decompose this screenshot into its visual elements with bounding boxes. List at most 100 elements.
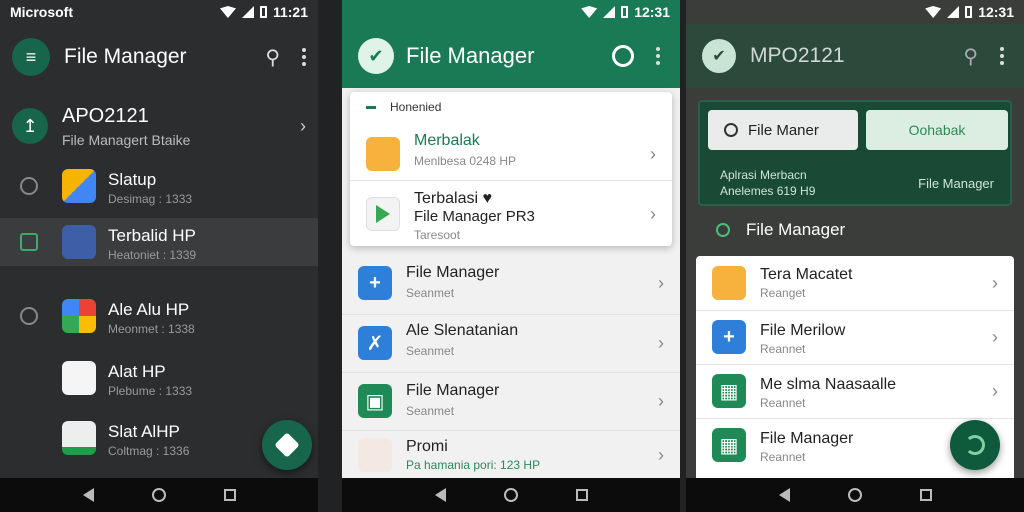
search-icon (716, 223, 730, 237)
recents-icon[interactable] (223, 489, 236, 501)
sync-icon (965, 435, 985, 455)
section-header: File Manager (716, 220, 845, 240)
card-header: Honenied (366, 100, 441, 114)
drawer-item-subtitle: Meonmet : 1338 (108, 322, 195, 336)
signal-icon (241, 6, 254, 18)
drawer-item[interactable]: Ale Alu HP Meonmet : 1338 (0, 292, 318, 340)
fab-button[interactable] (262, 420, 312, 470)
list-item[interactable]: ▣ File Manager Seanmet › (342, 372, 680, 430)
more-options-icon[interactable] (656, 47, 660, 65)
panel-gap (318, 0, 342, 512)
drawer-item-subtitle: Coltmag : 1336 (108, 444, 190, 458)
list-item-caption: Taresoot (414, 228, 461, 242)
drawer-item[interactable]: Slatup Desimag : 1333 (0, 162, 318, 210)
status-right: 11:21 (219, 4, 308, 20)
list-item-subtitle: Reannet (760, 396, 806, 410)
app-logo-icon: ✔ (358, 38, 394, 74)
divider (342, 430, 680, 431)
status-right: 12:31 (581, 4, 670, 20)
account-subtitle: File Managert Btaike (62, 131, 191, 148)
list-item-subtitle: Reannet (760, 450, 806, 464)
phone-list: ✔ File Manager 12:31 Honenied Merbalak M… (342, 0, 680, 512)
drawer-item-subtitle: Plebume : 1333 (108, 384, 193, 398)
shop-icon (358, 438, 392, 472)
drawer-item-subtitle: Heatoniet : 1339 (108, 248, 197, 262)
wifi-icon (581, 6, 598, 18)
list-item-subtitle: Pa hamania pori: 123 HP (406, 458, 541, 472)
list-item[interactable]: ✗ Ale Slenatanian Seanmet › (342, 314, 680, 372)
plus-icon: + (358, 266, 392, 300)
chevron-right-icon: › (992, 380, 998, 401)
emoji-app-icon (366, 137, 400, 171)
wifi-icon (925, 6, 942, 18)
drawer-item-title: Alat HP (108, 362, 166, 381)
search-icon[interactable]: ⚲ (265, 45, 280, 70)
list-item-title: Ale Slenatanian (406, 322, 519, 339)
chevron-right-icon: › (658, 444, 664, 465)
more-options-icon[interactable] (302, 48, 306, 66)
battery-icon (965, 6, 973, 18)
list-item[interactable]: Tera Macatet Reanget › (696, 256, 1014, 310)
list-item[interactable]: ▦ Me slma Naasaalle Reannet › (696, 364, 1014, 418)
diamond-icon (274, 432, 300, 458)
banner-line1: Aplrasi Merbacn (720, 168, 807, 182)
drawer-item-title: Slatup (108, 170, 157, 189)
status-time: 12:31 (634, 4, 670, 20)
search-icon[interactable]: ⚲ (963, 44, 978, 69)
drawer-item-title: Slat AlHP (108, 422, 180, 441)
search-banner: File Maner Oohabak Aplrasi Merbacn Anele… (698, 100, 1012, 206)
back-icon[interactable] (778, 488, 790, 502)
app-icon (62, 361, 96, 395)
fab-button[interactable] (950, 420, 1000, 470)
plus-icon: + (712, 320, 746, 354)
chevron-right-icon: › (658, 272, 664, 293)
divider (350, 180, 672, 181)
home-icon[interactable] (847, 488, 862, 502)
drawer-item-title: Terbalid HP (108, 226, 196, 245)
nav-bar (0, 478, 318, 512)
list-item-title: Merbalak (414, 132, 480, 149)
list-item[interactable]: + File Merilow Reannet › (696, 310, 1014, 364)
more-options-icon[interactable] (1000, 47, 1004, 65)
search-icon (724, 123, 738, 137)
list-item[interactable]: + File Manager Seanmet › (342, 254, 680, 312)
list-item[interactable]: Merbalak Menlbesa 0248 HP › (350, 126, 672, 182)
home-icon[interactable] (151, 488, 166, 502)
home-icon[interactable] (503, 488, 518, 502)
wifi-icon (219, 6, 236, 18)
chevron-right-icon: › (992, 326, 998, 347)
account-header[interactable]: ↥ APO2121 File Managert Btaike › (0, 98, 318, 154)
back-icon[interactable] (82, 488, 94, 502)
ok-button[interactable]: Oohabak (866, 110, 1008, 150)
app-bar: ≡ File Manager ⚲ (0, 24, 318, 90)
list-item-title: Terbalasi ♥ (414, 190, 492, 207)
drawer-item[interactable]: Alat HP Plebume : 1333 (0, 354, 318, 402)
list-item[interactable]: Terbalasi ♥ File Manager PR3 Taresoot › (350, 186, 672, 242)
info-icon[interactable] (612, 45, 634, 67)
menu-lines-icon[interactable]: ≡ (12, 38, 50, 76)
status-time: 11:21 (272, 4, 308, 20)
app-bar: ✔ MPO2121 ⚲ (686, 24, 1024, 88)
recents-icon[interactable] (919, 489, 932, 501)
search-input[interactable]: File Maner (708, 110, 858, 150)
recents-icon[interactable] (575, 489, 588, 501)
list-item-subtitle: Seanmet (406, 344, 455, 358)
tools-icon: ✗ (358, 326, 392, 360)
list-item-title: File Manager (406, 382, 500, 399)
banner-right-label: File Manager (918, 176, 994, 191)
list-item-subtitle: Seanmet (406, 404, 455, 418)
account-name: APO2121 (62, 104, 149, 127)
drawer-item-selected[interactable]: Terbalid HP Heatoniet : 1339 (0, 218, 318, 266)
highlight-card: Honenied Merbalak Menlbesa 0248 HP › Ter… (350, 92, 672, 246)
list-item[interactable]: Promi Pa hamania pori: 123 HP › (342, 432, 680, 478)
back-icon[interactable] (434, 488, 446, 502)
phone-drawer: Microsoft 11:21 ≡ File Manager ⚲ ↥ APO21… (0, 0, 318, 512)
section-title: File Manager (746, 220, 846, 239)
app-title: File Manager (406, 43, 535, 68)
chevron-right-icon: › (992, 272, 998, 293)
nav-bar (342, 478, 680, 512)
banner-line2: Anelemes 619 H9 (720, 184, 816, 198)
battery-icon (259, 6, 267, 18)
list-item-subtitle: Menlbesa 0248 HP (414, 154, 517, 168)
list-item-title: Tera Macatet (760, 266, 853, 283)
